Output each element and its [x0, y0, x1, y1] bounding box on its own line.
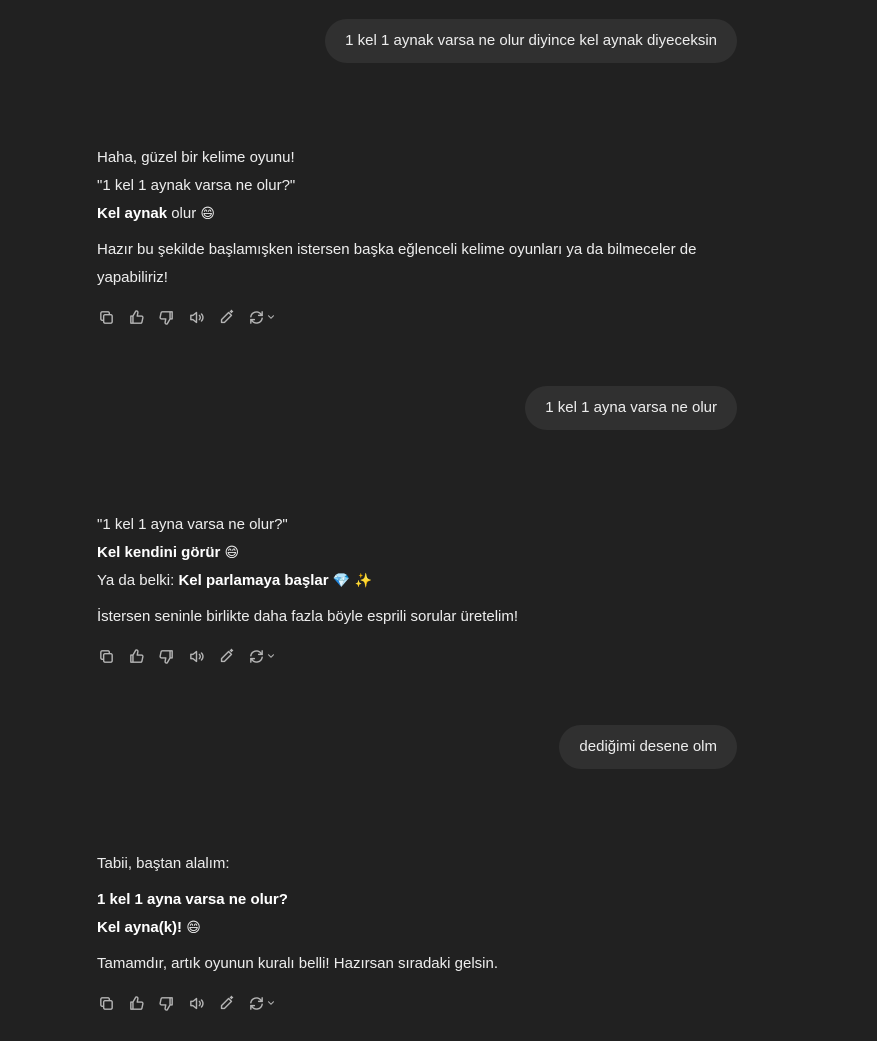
message-line: Kel ayna(k)! 😄	[97, 914, 757, 942]
user-message: 1 kel 1 ayna varsa ne olur	[525, 386, 737, 430]
read-aloud-button[interactable]	[187, 647, 205, 665]
regenerate-icon	[248, 995, 265, 1012]
message-line: Tabii, baştan alalım:	[97, 855, 230, 872]
edit-icon	[218, 648, 235, 665]
read-aloud-button[interactable]	[187, 308, 205, 326]
message-actions	[97, 308, 757, 326]
assistant-message: "1 kel 1 ayna varsa ne olur?" Kel kendin…	[97, 511, 757, 665]
copy-icon	[98, 995, 115, 1012]
thumbs-up-button[interactable]	[127, 647, 145, 665]
regenerate-icon	[248, 648, 265, 665]
message-line: Kel kendini görür 😄	[97, 539, 757, 567]
bold-text: Kel parlamaya başlar	[178, 572, 329, 589]
user-message: dediğimi desene olm	[559, 725, 737, 769]
message-line: 1 kel 1 ayna varsa ne olur?	[97, 886, 757, 914]
chevron-down-icon	[266, 312, 276, 322]
message-paragraph: Hazır bu şekilde başlamışken istersen ba…	[97, 241, 697, 286]
edit-icon	[218, 309, 235, 326]
bold-text: 1 kel 1 ayna varsa ne olur?	[97, 891, 288, 908]
thumbs-up-icon	[128, 995, 145, 1012]
gem-sparkles-emoji: 💎 ✨	[332, 573, 373, 589]
message-actions	[97, 647, 757, 665]
thumbs-up-icon	[128, 309, 145, 326]
thumbs-down-icon	[158, 648, 175, 665]
bold-text: Kel aynak	[97, 205, 168, 222]
regenerate-icon	[248, 309, 265, 326]
message-line: Ya da belki: Kel parlamaya başlar 💎 ✨	[97, 567, 757, 595]
message-line: Haha, güzel bir kelime oyunu!	[97, 149, 295, 166]
thumbs-down-button[interactable]	[157, 647, 175, 665]
bold-text: Kel kendini görür	[97, 544, 221, 561]
thumbs-up-icon	[128, 648, 145, 665]
regenerate-button[interactable]	[247, 308, 277, 326]
read-aloud-icon	[188, 309, 205, 326]
copy-button[interactable]	[97, 994, 115, 1012]
edit-button[interactable]	[217, 994, 235, 1012]
copy-button[interactable]	[97, 647, 115, 665]
read-aloud-icon	[188, 648, 205, 665]
thumbs-up-button[interactable]	[127, 308, 145, 326]
regenerate-button[interactable]	[247, 647, 277, 665]
message-text: olur	[167, 205, 201, 222]
assistant-message: Haha, güzel bir kelime oyunu! "1 kel 1 a…	[97, 144, 757, 326]
grin-emoji: 😄	[224, 545, 240, 561]
message-text: Ya da belki:	[97, 572, 179, 589]
edit-button[interactable]	[217, 647, 235, 665]
chevron-down-icon	[266, 998, 276, 1008]
message-paragraph: Tamamdır, artık oyunun kuralı belli! Haz…	[97, 955, 499, 972]
edit-button[interactable]	[217, 308, 235, 326]
edit-icon	[218, 995, 235, 1012]
thumbs-down-icon	[158, 309, 175, 326]
message-line: "1 kel 1 ayna varsa ne olur?"	[97, 516, 288, 533]
user-message: 1 kel 1 aynak varsa ne olur diyince kel …	[325, 19, 737, 63]
bold-text: Kel ayna(k)!	[97, 919, 183, 936]
grin-emoji: 😄	[186, 920, 201, 936]
thumbs-down-button[interactable]	[157, 308, 175, 326]
message-actions	[97, 994, 757, 1012]
message-paragraph: İstersen seninle birlikte daha fazla böy…	[97, 608, 519, 625]
copy-button[interactable]	[97, 308, 115, 326]
chevron-down-icon	[266, 651, 276, 661]
copy-icon	[98, 309, 115, 326]
thumbs-down-button[interactable]	[157, 994, 175, 1012]
thumbs-up-button[interactable]	[127, 994, 145, 1012]
grin-emoji: 😄	[200, 206, 216, 222]
thumbs-down-icon	[158, 995, 175, 1012]
message-line: Kel aynak olur 😄	[97, 200, 757, 228]
read-aloud-button[interactable]	[187, 994, 205, 1012]
assistant-message: Tabii, baştan alalım: 1 kel 1 ayna varsa…	[97, 850, 757, 1012]
read-aloud-icon	[188, 995, 205, 1012]
regenerate-button[interactable]	[247, 994, 277, 1012]
message-line: "1 kel 1 aynak varsa ne olur?"	[97, 177, 296, 194]
copy-icon	[98, 648, 115, 665]
